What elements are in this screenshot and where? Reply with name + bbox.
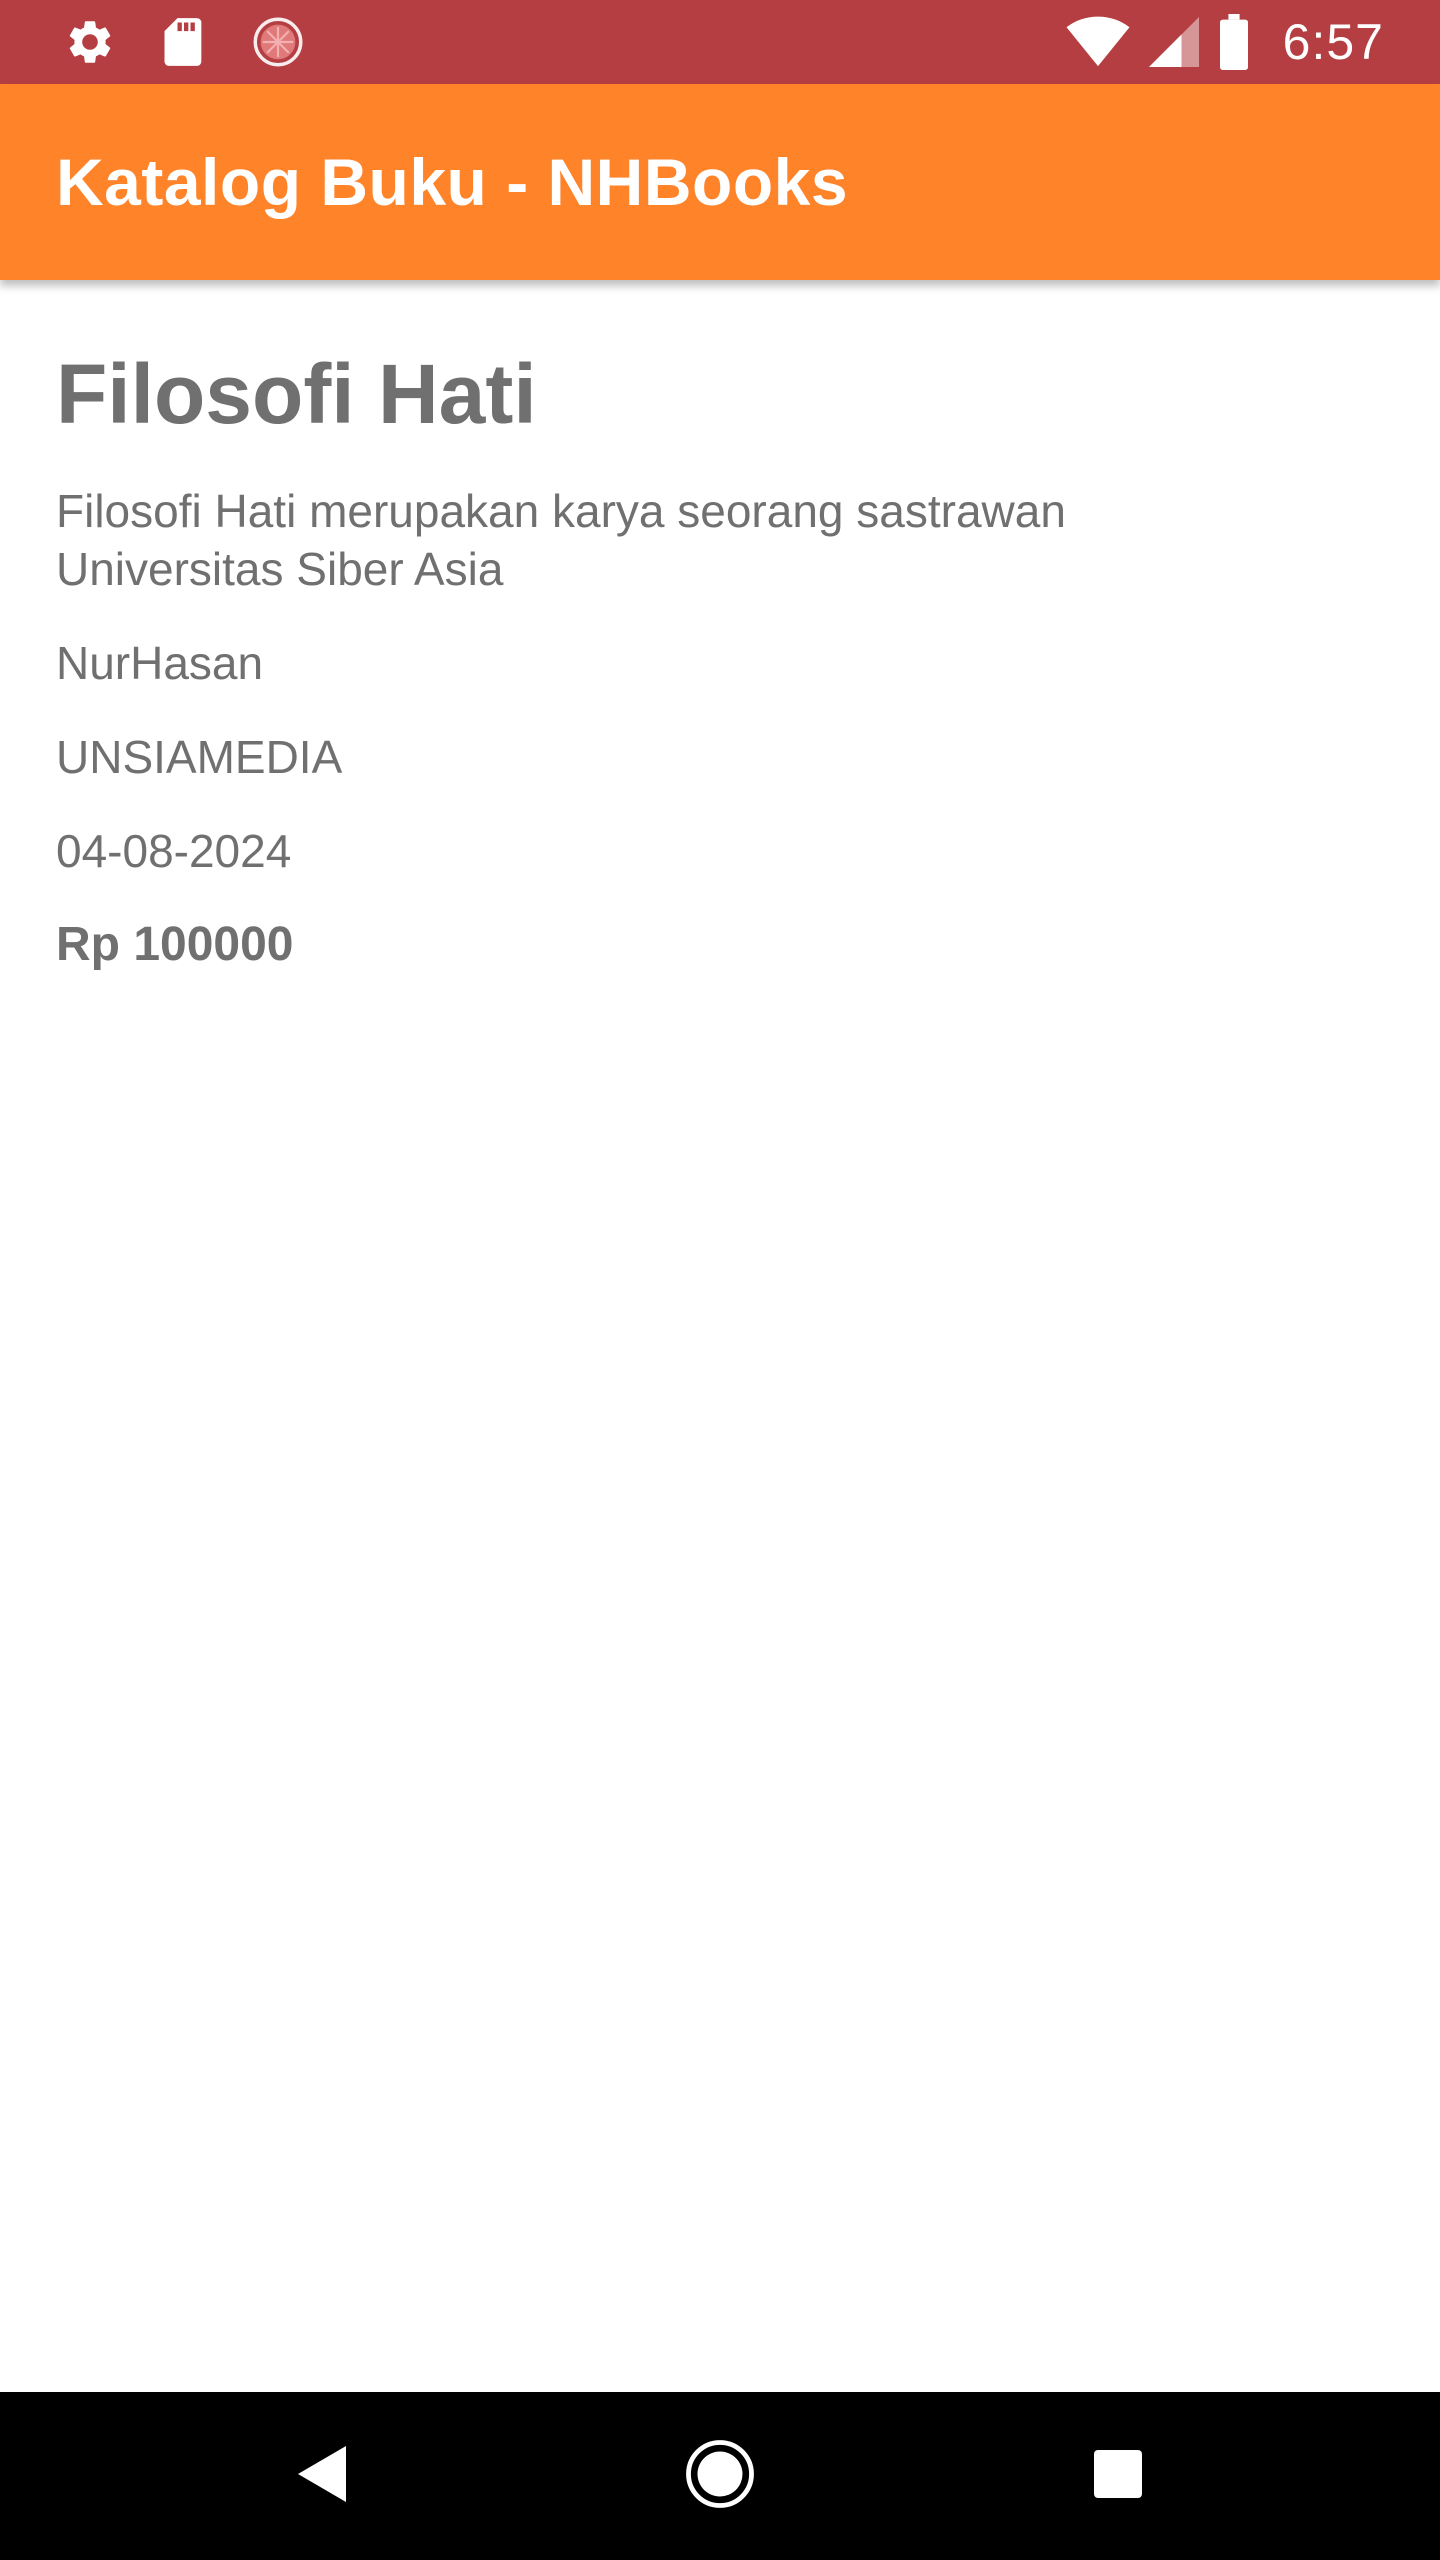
sd-card-icon [156,14,212,70]
status-left-icons [0,14,306,70]
navigation-bar [0,2392,1440,2560]
book-date: 04-08-2024 [56,825,292,877]
back-button[interactable] [280,2434,364,2518]
status-right-icons: 6:57 [1065,0,1384,84]
status-clock: 6:57 [1282,14,1384,70]
recents-icon [1094,2449,1142,2503]
sync-progress-icon [250,14,306,70]
book-publisher: UNSIAMEDIA [56,731,343,783]
app-bar: Katalog Buku - NHBooks [0,84,1440,280]
book-description: Filosofi Hati merupakan karya seorang sa… [56,485,1066,595]
gear-icon [62,14,118,70]
book-author: NurHasan [56,637,264,689]
home-button[interactable] [678,2434,762,2518]
screen: 6:57 Katalog Buku - NHBooks Filosofi Hat… [0,0,1440,2560]
back-icon [298,2445,346,2507]
book-price: Rp 100000 [56,918,294,971]
home-icon [684,2438,756,2515]
book-title: Filosofi Hati [56,347,537,441]
app-title: Katalog Buku - NHBooks [56,145,849,219]
cell-signal-icon [1148,16,1199,68]
wifi-icon [1065,16,1131,68]
recents-button[interactable] [1076,2434,1160,2518]
book-detail: Filosofi Hati Filosofi Hati merupakan ka… [56,344,1376,974]
status-bar: 6:57 [0,0,1440,84]
battery-icon [1217,14,1251,70]
